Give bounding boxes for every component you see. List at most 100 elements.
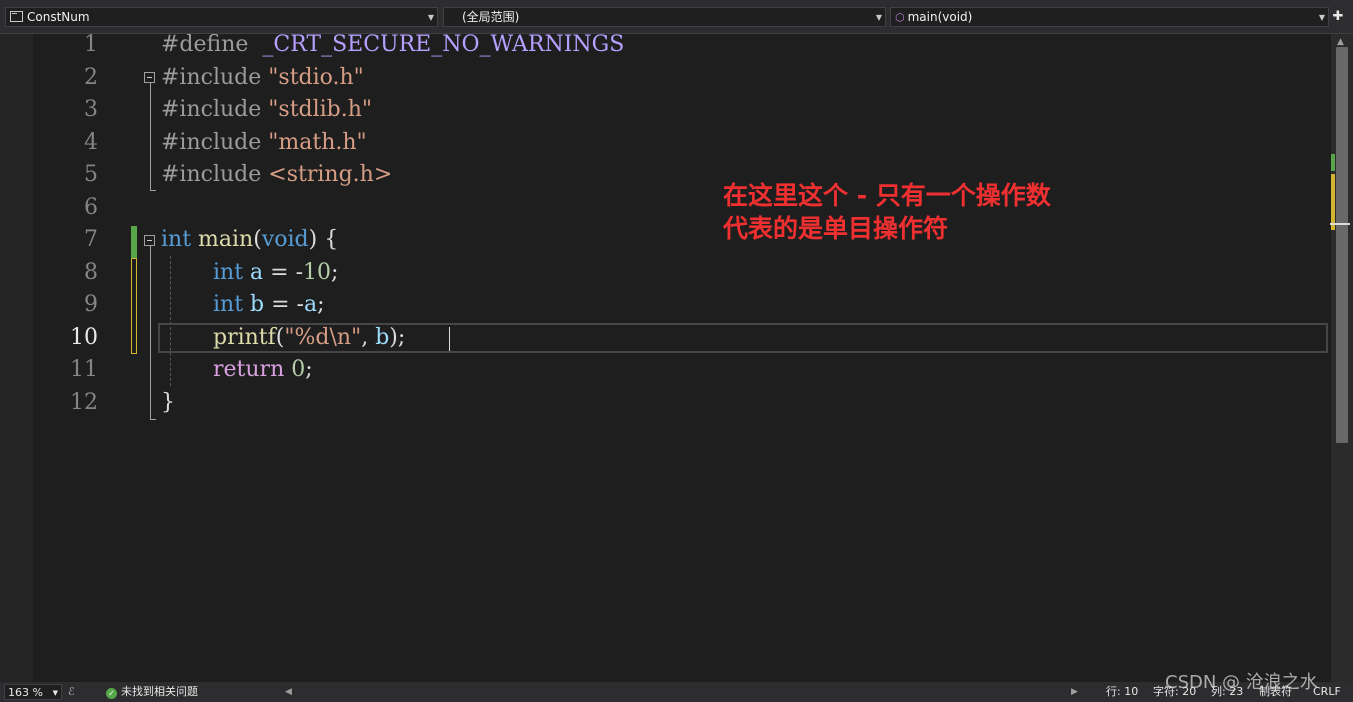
code-line-4: #include "math.h" [161, 127, 367, 159]
variable-name: a [250, 260, 264, 285]
control-keyword: return [213, 357, 285, 382]
function-cube-icon: ⬡ [895, 11, 905, 24]
code-line-11: return 0; [213, 354, 313, 386]
intellicode-icon[interactable]: ℰ [68, 682, 75, 702]
saved-change-marker [131, 226, 137, 258]
format-string: "%d\n" [284, 325, 362, 350]
type-keyword: int [213, 260, 244, 285]
operator: = - [263, 260, 304, 285]
code-line-9: int b = -a; [213, 289, 325, 321]
member-label: main(void) [907, 10, 973, 24]
line-number-current: 10 [70, 325, 98, 350]
variable-ref: b [375, 325, 390, 350]
number-literal: 0 [291, 357, 306, 382]
line-indicator[interactable]: 行: 10 [1106, 682, 1138, 702]
scope-dropdown[interactable]: (全局范围) ▼ [443, 7, 886, 27]
project-dropdown[interactable]: ConstNum ▼ [5, 7, 438, 27]
punctuation: ( [253, 227, 262, 252]
project-file-icon [10, 11, 23, 22]
collapse-includes-icon[interactable] [144, 72, 155, 83]
code-line-12: } [161, 387, 175, 419]
code-line-7: int main(void) { [161, 224, 338, 256]
chevron-down-icon: ▼ [875, 13, 882, 22]
text-caret [449, 327, 450, 351]
check-circle-icon: ✓ [106, 688, 117, 699]
code-line-2: #include "stdio.h" [161, 62, 364, 94]
unsaved-change-marker [131, 258, 137, 354]
function-name: main [198, 227, 254, 252]
scroll-up-icon[interactable]: ▲ [1337, 37, 1344, 47]
scrollbar-thumb[interactable] [1336, 47, 1348, 443]
type-keyword: int [213, 292, 244, 317]
macro-name: _CRT_SECURE_NO_WARNINGS [262, 32, 625, 57]
vertical-scrollbar[interactable]: ▲ [1330, 34, 1353, 682]
preprocessor-directive: #include [161, 97, 262, 122]
code-line-10: printf("%d\n", b); [213, 322, 405, 354]
include-header: "math.h" [268, 130, 367, 155]
code-line-8: int a = -10; [213, 257, 338, 289]
code-line-3: #include "stdlib.h" [161, 94, 372, 126]
line-number: 12 [70, 390, 98, 415]
line-number: 2 [84, 65, 98, 90]
preprocessor-directive: #include [161, 130, 262, 155]
punctuation: ; [305, 357, 313, 382]
punctuation: ); [389, 325, 406, 350]
outline-guide [150, 246, 151, 419]
line-number: 9 [84, 292, 98, 317]
code-line-5: #include <string.h> [161, 159, 392, 191]
line-number: 8 [84, 260, 98, 285]
editor-status-bar: 163 % ▼ ℰ ✓ 未找到相关问题 ◀ ▶ 行: 10 字符: 20 列: 23… [0, 682, 1353, 702]
split-window-icon[interactable]: ✚ [1329, 7, 1347, 27]
preprocessor-directive: #define [161, 32, 249, 57]
scrollbar-unsaved-marker [1331, 174, 1335, 230]
punctuation: ; [331, 260, 339, 285]
scrollbar-change-marker [1331, 154, 1335, 171]
chevron-down-icon: ▼ [1318, 13, 1325, 22]
include-header: <string.h> [268, 162, 393, 187]
preprocessor-directive: #include [161, 65, 262, 90]
line-number: 6 [84, 195, 98, 220]
type-keyword: int [161, 227, 192, 252]
chevron-down-icon: ▼ [427, 13, 434, 22]
variable-ref: a [304, 292, 318, 317]
punctuation: ) { [308, 227, 339, 252]
scroll-left-icon[interactable]: ◀ [285, 682, 292, 702]
punctuation: ; [317, 292, 325, 317]
preprocessor-directive: #include [161, 162, 262, 187]
project-label: ConstNum [27, 10, 90, 24]
outline-guide-end [150, 190, 156, 191]
zoom-dropdown[interactable]: 163 % ▼ [4, 684, 62, 700]
annotation-text: 在这里这个 - 只有一个操作数 代表的是单目操作符 [723, 179, 1051, 245]
include-header: "stdlib.h" [268, 97, 373, 122]
scroll-right-icon[interactable]: ▶ [1071, 682, 1078, 702]
line-number: 1 [84, 32, 98, 57]
line-number: 11 [70, 357, 98, 382]
annotation-line-2: 代表的是单目操作符 [723, 214, 949, 243]
scrollbar-caret-marker [1330, 223, 1350, 225]
outline-guide [150, 83, 151, 190]
include-header: "stdio.h" [268, 65, 364, 90]
issues-label: 未找到相关问题 [121, 685, 198, 698]
collapse-main-icon[interactable] [144, 235, 155, 246]
line-number: 4 [84, 130, 98, 155]
chevron-down-icon: ▼ [52, 689, 58, 697]
watermark: CSDN @ 沧浪之水 [1165, 672, 1318, 693]
zoom-level: 163 % [8, 686, 43, 699]
issues-indicator[interactable]: ✓ 未找到相关问题 [106, 682, 198, 702]
line-number: 7 [84, 227, 98, 252]
punctuation: , [361, 325, 376, 350]
operator: = - [264, 292, 304, 317]
annotation-line-1: 在这里这个 - 只有一个操作数 [723, 181, 1051, 210]
outline-guide-end [150, 419, 156, 420]
indent-guide [170, 256, 171, 386]
closing-brace: } [161, 390, 175, 415]
member-dropdown[interactable]: ⬡ main(void) ▼ [890, 7, 1329, 27]
number-literal: 10 [303, 260, 332, 285]
line-number: 5 [84, 162, 98, 187]
code-editor[interactable]: 1 2 3 4 5 6 7 8 9 10 11 12 #define _CRT_… [0, 32, 1331, 682]
code-line-1: #define _CRT_SECURE_NO_WARNINGS [161, 29, 624, 61]
scope-label: (全局范围) [462, 10, 520, 24]
function-call: printf [213, 325, 276, 350]
variable-name: b [250, 292, 265, 317]
param-keyword: void [261, 227, 309, 252]
